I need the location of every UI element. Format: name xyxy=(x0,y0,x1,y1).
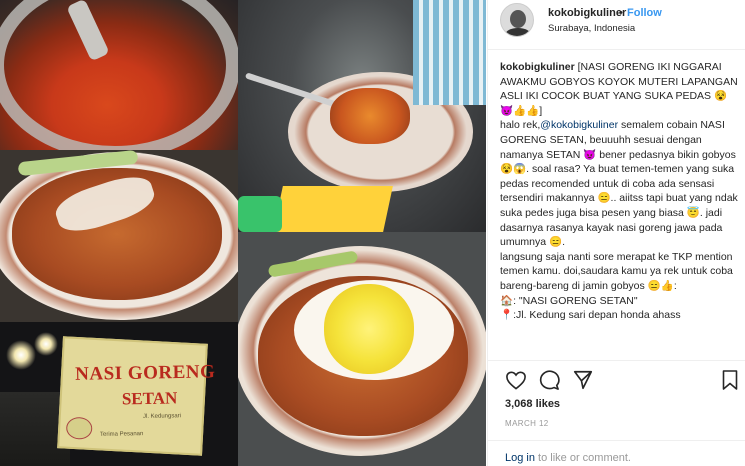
caption-line: langsung saja nanti sore merapat ke TKP … xyxy=(500,250,733,292)
post-caption: kokobigkuliner [NASI GORENG IKI NGGARAI … xyxy=(500,60,738,323)
divider xyxy=(488,360,745,361)
instagram-post: NASI GORENG SETAN Jl. Kedungsari Terima … xyxy=(0,0,745,466)
caption-username-link[interactable]: kokobigkuliner xyxy=(500,61,575,73)
photo-fried-rice-plate xyxy=(0,150,238,322)
banner-title: NASI GORENG xyxy=(75,361,216,385)
banner-subtitle: SETAN xyxy=(121,388,178,409)
mention-link[interactable]: @kokobigkuliner xyxy=(540,119,618,131)
post-header: kokobigkuliner • Follow Surabaya, Indone… xyxy=(488,0,745,50)
login-link[interactable]: Log in xyxy=(505,452,535,464)
login-prompt: Log in to like or comment. xyxy=(505,452,631,464)
banner-address: Jl. Kedungsari xyxy=(142,413,182,420)
stall-banner: NASI GORENG SETAN Jl. Kedungsari Terima … xyxy=(57,336,215,456)
chili-logo-icon xyxy=(65,416,93,440)
photo-fried-rice-egg xyxy=(238,232,486,466)
post-side-panel: kokobigkuliner • Follow Surabaya, Indone… xyxy=(487,0,745,466)
follow-button[interactable]: Follow xyxy=(627,7,662,19)
caption-line: 🏠: "NASI GORENG SETAN" xyxy=(500,294,638,307)
comment-icon[interactable] xyxy=(538,370,560,390)
divider xyxy=(488,440,745,441)
username-link[interactable]: kokobigkuliner xyxy=(548,7,626,19)
caption-line: 📍:Jl. Kedung sari depan honda ahass xyxy=(500,309,681,322)
avatar[interactable] xyxy=(500,3,534,37)
likes-count[interactable]: 3,068 likes xyxy=(505,398,560,410)
location-link[interactable]: Surabaya, Indonesia xyxy=(548,23,635,34)
separator-dot: • xyxy=(619,7,623,19)
share-icon[interactable] xyxy=(572,369,594,391)
heart-icon[interactable] xyxy=(505,370,527,390)
photo-stall-banner: NASI GORENG SETAN Jl. Kedungsari Terima … xyxy=(0,322,238,466)
caption-line: halo rek,@kokobigkuliner semalem cobain … xyxy=(500,119,738,249)
bookmark-icon[interactable] xyxy=(722,370,738,390)
caption-line: kokobigkuliner [NASI GORENG IKI NGGARAI … xyxy=(500,61,738,117)
photo-spoon-fried-rice xyxy=(238,0,486,232)
banner-note: Terima Pesanan xyxy=(99,431,144,438)
post-date[interactable]: MARCH 12 xyxy=(505,419,549,428)
photo-sambal-pan xyxy=(0,0,238,150)
